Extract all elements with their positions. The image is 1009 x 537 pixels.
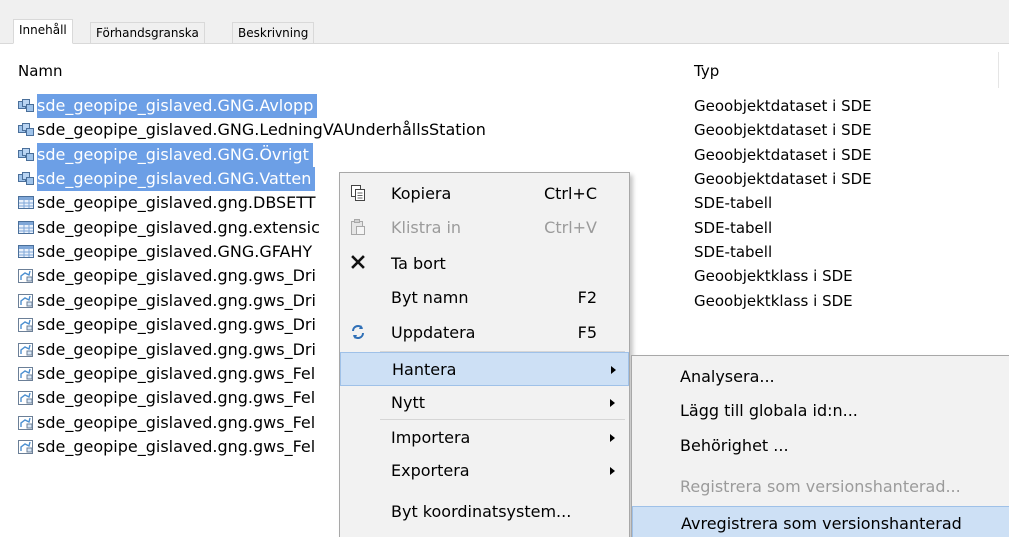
item-name: sde_geopipe_gislaved.gng.gws_Fel [37, 364, 316, 383]
feature-class-icon [18, 415, 35, 431]
hantera-submenu: Analysera... Lägg till globala id:n... Beh… [631, 355, 1009, 537]
item-type: Geoobjektdataset i SDE [694, 170, 872, 188]
item-name: sde_geopipe_gislaved.GNG.GFAHY [37, 242, 313, 261]
menu-item-label: Kopiera [391, 184, 452, 203]
item-name: sde_geopipe_gislaved.GNG.Vatten [37, 167, 316, 191]
paste-icon [348, 218, 368, 238]
menu-item-label: Hantera [392, 360, 457, 379]
submenu-arrow-icon [610, 467, 615, 475]
submenu-item-label: Behörighet ... [680, 436, 789, 455]
menu-item-label: Ta bort [391, 254, 446, 273]
item-name: sde_geopipe_gislaved.gng.gws_Fel [37, 388, 316, 407]
feature-class-icon [18, 293, 35, 309]
feature-dataset-icon [18, 147, 35, 163]
menu-item-byt-namn[interactable]: Byt namn F2 [340, 281, 629, 315]
context-menu: Kopiera Ctrl+C Klistra in Ctrl+V Ta bort Byt … [339, 172, 630, 537]
item-name: sde_geopipe_gislaved.GNG.Övrigt [37, 143, 313, 167]
feature-class-icon [18, 317, 35, 333]
item-type: Geoobjektklass i SDE [694, 267, 853, 285]
submenu-item-lägg-till-globala-id-n[interactable]: Lägg till globala id:n... [632, 394, 1009, 428]
menu-item-label: Uppdatera [391, 323, 476, 342]
submenu-item-label: Avregistrera som versionshanterad [681, 514, 962, 533]
feature-dataset-icon [18, 171, 35, 187]
column-header-name[interactable]: Namn [18, 62, 63, 80]
menu-item-hantera[interactable]: Hantera [340, 352, 629, 386]
feature-dataset-icon [18, 98, 35, 114]
item-name: sde_geopipe_gislaved.gng.DBSETT [37, 193, 316, 212]
menu-item-label: Exportera [391, 461, 470, 480]
submenu-arrow-icon [610, 434, 615, 442]
item-type: Geoobjektdataset i SDE [694, 121, 872, 139]
feature-dataset-icon [18, 122, 35, 138]
item-name: sde_geopipe_gislaved.gng.gws_Fel [37, 437, 316, 456]
feature-class-icon [18, 342, 35, 358]
submenu-item-label: Registrera som versionshanterad... [680, 477, 961, 496]
item-type: Geoobjektdataset i SDE [694, 146, 872, 164]
feature-class-icon [18, 390, 35, 406]
menu-item-exportera[interactable]: Exportera [340, 454, 629, 488]
menu-item-byt-koordinatsystem[interactable]: Byt koordinatsystem... [340, 495, 629, 529]
column-header-type[interactable]: Typ [694, 62, 719, 80]
column-divider[interactable] [998, 52, 999, 88]
menu-item-kopiera[interactable]: Kopiera Ctrl+C [340, 177, 629, 211]
menu-item-label: Klistra in [391, 218, 462, 237]
menu-item-klistra-in[interactable]: Klistra in Ctrl+V [340, 211, 629, 245]
refresh-icon [348, 323, 368, 343]
menu-item-shortcut: F5 [577, 323, 597, 342]
item-name: sde_geopipe_gislaved.GNG.LedningVAUnderh… [37, 120, 486, 139]
submenu-arrow-icon [610, 399, 615, 407]
item-name: sde_geopipe_gislaved.GNG.Avlopp [37, 94, 318, 118]
copy-icon [348, 184, 368, 204]
menu-item-label: Importera [391, 428, 471, 447]
feature-class-icon [18, 268, 35, 284]
menu-item-shortcut: F2 [577, 288, 597, 307]
menu-item-ta-bort[interactable]: Ta bort [340, 247, 629, 281]
menu-item-nytt[interactable]: Nytt [340, 386, 629, 420]
tab-bar: Innehåll Förhandsgranska Beskrivning [0, 0, 1009, 44]
delete-icon [348, 254, 368, 274]
menu-item-uppdatera[interactable]: Uppdatera F5 [340, 316, 629, 350]
menu-item-label: Byt namn [391, 288, 469, 307]
submenu-item-registrera-som-versionshanterad[interactable]: Registrera som versionshanterad... [632, 470, 1009, 504]
tab-beskrivning[interactable]: Beskrivning [232, 22, 315, 44]
tab-forhandsgranska[interactable]: Förhandsgranska [90, 22, 205, 44]
item-type: Geoobjektklass i SDE [694, 292, 853, 310]
submenu-item-behörighet[interactable]: Behörighet ... [632, 429, 1009, 463]
item-name: sde_geopipe_gislaved.gng.gws_Dri [37, 315, 316, 334]
menu-item-shortcut: Ctrl+C [543, 184, 597, 203]
table-icon [18, 244, 35, 260]
item-type: Geoobjektdataset i SDE [694, 97, 872, 115]
feature-class-icon [18, 366, 35, 382]
submenu-item-label: Lägg till globala id:n... [680, 401, 858, 420]
submenu-arrow-icon [611, 366, 616, 374]
item-name: sde_geopipe_gislaved.gng.gws_Dri [37, 291, 316, 310]
submenu-item-label: Analysera... [680, 367, 775, 386]
menu-item-label: Byt koordinatsystem... [391, 502, 572, 521]
menu-item-label: Nytt [391, 393, 425, 412]
item-type: SDE-tabell [694, 243, 773, 261]
item-type: SDE-tabell [694, 194, 773, 212]
item-name: sde_geopipe_gislaved.gng.gws_Fel [37, 413, 316, 432]
item-name: sde_geopipe_gislaved.gng.extensic [37, 218, 320, 237]
item-name: sde_geopipe_gislaved.gng.gws_Dri [37, 266, 316, 285]
submenu-item-avregistrera-som-versionshanterad[interactable]: Avregistrera som versionshanterad [632, 506, 1009, 537]
menu-item-importera[interactable]: Importera [340, 421, 629, 455]
item-type: SDE-tabell [694, 219, 773, 237]
tab-innehall[interactable]: Innehåll [13, 19, 73, 44]
submenu-item-analysera[interactable]: Analysera... [632, 360, 1009, 394]
table-icon [18, 220, 35, 236]
table-icon [18, 195, 35, 211]
feature-class-icon [18, 439, 35, 455]
menu-item-shortcut: Ctrl+V [544, 218, 597, 237]
item-name: sde_geopipe_gislaved.gng.gws_Dri [37, 340, 316, 359]
